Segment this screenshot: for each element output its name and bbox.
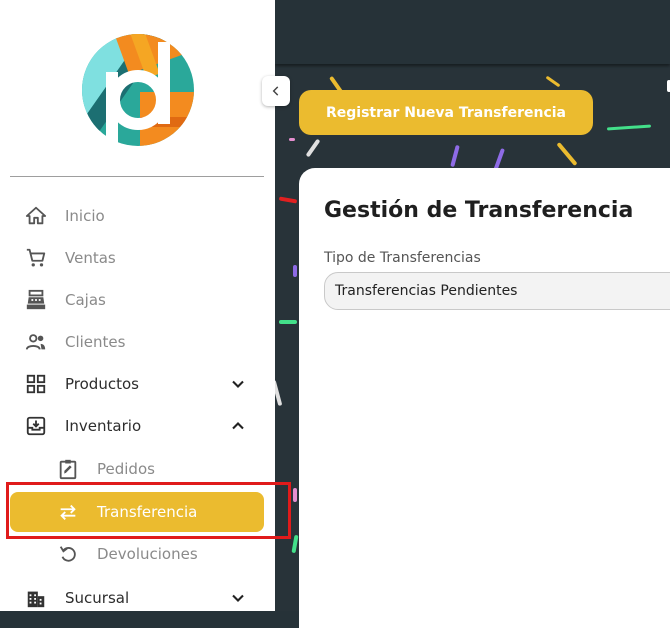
sidebar-item-sucursal[interactable]: Sucursal	[10, 578, 264, 611]
transfer-type-label: Tipo de Transferencias	[324, 250, 481, 266]
brand-logo	[82, 34, 194, 146]
top-bar	[275, 0, 670, 64]
register-transfer-button[interactable]: Registrar Nueva Transferencia	[299, 90, 593, 135]
sidebar-item-label: Clientes	[65, 333, 126, 351]
sidebar-divider	[10, 176, 264, 177]
confetti	[289, 138, 295, 141]
sidebar-item-label: Ventas	[65, 249, 116, 267]
transfer-type-value: Transferencias Pendientes	[335, 283, 518, 299]
building-icon	[24, 586, 48, 610]
confetti	[606, 124, 652, 131]
sidebar-item-label: Inicio	[65, 207, 105, 225]
sidebar-item-label: Inventario	[65, 417, 142, 435]
cash-register-icon	[24, 288, 48, 312]
inventory-icon	[24, 414, 48, 438]
sidebar-item-label: Sucursal	[65, 589, 130, 607]
chevron-left-icon	[272, 86, 279, 96]
confetti	[275, 379, 283, 407]
sidebar-item-ventas[interactable]: Ventas	[10, 238, 264, 278]
sidebar-item-label: Productos	[65, 375, 139, 393]
grid-icon	[24, 372, 48, 396]
sidebar-item-cajas[interactable]: Cajas	[10, 280, 264, 320]
confetti	[278, 196, 298, 204]
transfer-type-select[interactable]: Transferencias Pendientes	[324, 272, 670, 310]
home-icon	[24, 204, 48, 228]
cart-icon	[24, 246, 48, 270]
confetti	[545, 75, 561, 88]
confetti	[279, 320, 297, 324]
clipboard-edit-icon	[56, 457, 80, 481]
undo-icon	[56, 542, 80, 566]
sidebar-item-productos[interactable]: Productos	[10, 364, 264, 404]
sidebar-item-devoluciones[interactable]: Devoluciones	[10, 534, 264, 574]
sidebar-item-label: Pedidos	[97, 460, 155, 478]
confetti	[450, 144, 460, 168]
sidebar-collapse-button[interactable]	[262, 76, 290, 106]
transfer-management-card: Gestión de Transferencia Tipo de Transfe…	[299, 168, 670, 628]
chevron-down-icon[interactable]	[228, 588, 248, 608]
chevron-up-icon[interactable]	[228, 416, 248, 436]
sidebar-item-label: Devoluciones	[97, 545, 198, 563]
chevron-down-icon[interactable]	[228, 374, 248, 394]
confetti	[305, 138, 321, 158]
sidebar-item-inicio[interactable]: Inicio	[10, 196, 264, 236]
confetti	[556, 141, 578, 167]
confetti	[293, 265, 297, 277]
page-title: Gestión de Transferencia	[324, 198, 634, 223]
sidebar-item-inventario[interactable]: Inventario	[10, 406, 264, 446]
confetti	[291, 534, 299, 554]
sidebar-item-label: Cajas	[65, 291, 106, 309]
highlight-box	[6, 482, 291, 539]
confetti	[293, 488, 297, 502]
sidebar-item-clientes[interactable]: Clientes	[10, 322, 264, 362]
clients-icon	[24, 330, 48, 354]
